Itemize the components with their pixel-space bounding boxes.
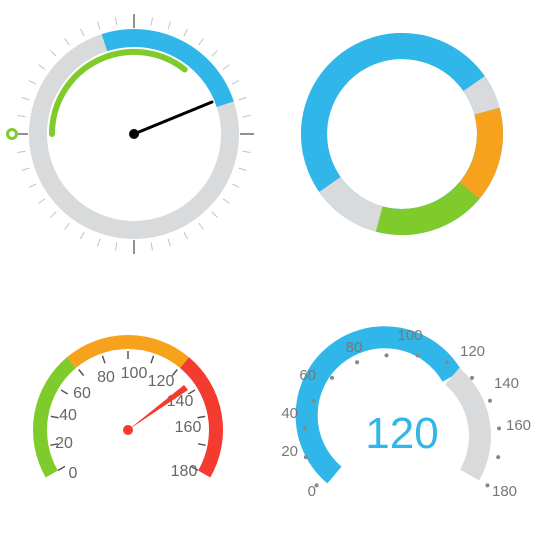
gauge-display-value: 120 bbox=[365, 409, 438, 458]
svg-text:160: 160 bbox=[506, 417, 531, 434]
svg-text:20: 20 bbox=[55, 435, 73, 452]
svg-text:40: 40 bbox=[281, 405, 298, 422]
gauge-bottom-right: 0 20 40 60 80 100 120 140 160 180 120 bbox=[268, 268, 536, 536]
svg-text:60: 60 bbox=[299, 367, 316, 384]
svg-text:120: 120 bbox=[460, 343, 485, 360]
tick-label: 0 bbox=[69, 465, 78, 482]
svg-text:60: 60 bbox=[73, 385, 91, 402]
gauge-top-right bbox=[268, 0, 536, 268]
svg-text:80: 80 bbox=[97, 369, 115, 386]
svg-text:20: 20 bbox=[281, 443, 298, 460]
gauge-top-left bbox=[0, 0, 268, 268]
svg-text:0: 0 bbox=[308, 483, 316, 500]
gauge-needle bbox=[129, 102, 212, 139]
svg-text:140: 140 bbox=[494, 375, 519, 392]
gauge-bottom-left: 0 20 40 60 80 100 120 140 160 180 bbox=[0, 268, 268, 536]
svg-text:160: 160 bbox=[175, 419, 202, 436]
svg-text:120: 120 bbox=[148, 373, 175, 390]
svg-text:180: 180 bbox=[492, 483, 517, 500]
svg-text:80: 80 bbox=[346, 339, 363, 356]
svg-text:100: 100 bbox=[397, 327, 422, 344]
svg-text:100: 100 bbox=[121, 365, 148, 382]
svg-text:40: 40 bbox=[59, 407, 77, 424]
svg-text:180: 180 bbox=[171, 463, 198, 480]
